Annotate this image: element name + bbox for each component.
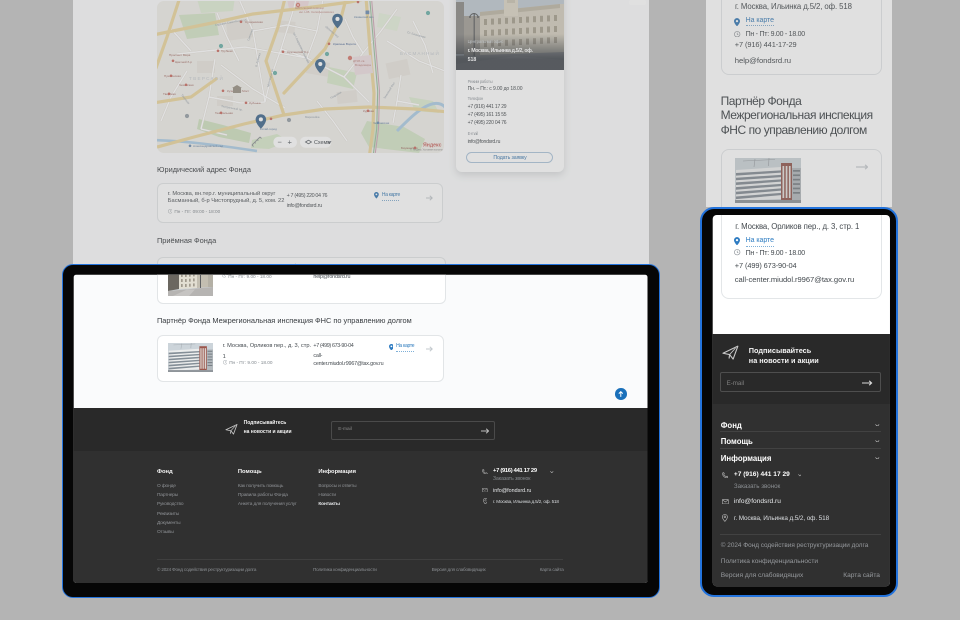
svg-text:ТВЕРСКОЙ: ТВЕРСКОЙ <box>189 74 224 81</box>
svg-text:−: − <box>278 138 283 147</box>
svg-text:Проспект Мира: Проспект Мира <box>169 53 191 57</box>
svg-text:Цветной б-р: Цветной б-р <box>175 60 192 64</box>
svg-text:Сухаревская: Сухаревская <box>245 20 263 24</box>
svg-text:БАСМАННЫЙ: БАСМАННЫЙ <box>400 49 440 56</box>
svg-text:+: + <box>288 138 293 147</box>
svg-text:Театральная: Театральная <box>215 111 233 115</box>
svg-text:Сретенский б-р: Сретенский б-р <box>287 50 309 54</box>
svg-text:Чкаловская: Чкаловская <box>373 121 390 125</box>
svg-text:© Яндекс Условия использовани: © Яндекс Условия использования <box>410 148 444 152</box>
svg-text:Красные Ворота: Красные Ворота <box>333 42 356 46</box>
svg-text:Трубная: Трубная <box>221 49 233 53</box>
svg-text:Пушкинская: Пушкинская <box>164 74 181 78</box>
svg-text:Казанский вкз.: Казанский вкз. <box>354 15 374 19</box>
svg-text:Владимира: Владимира <box>355 63 371 67</box>
svg-text:им. Н.В. Склифосовского: им. Н.В. Склифосовского <box>299 10 334 14</box>
svg-text:Маросейка: Маросейка <box>305 115 320 119</box>
svg-text:Лубянка: Лубянка <box>249 101 261 105</box>
svg-text:Китай-город: Китай-город <box>260 127 277 131</box>
svg-text:Александровский сад: Александровский сад <box>193 144 223 148</box>
